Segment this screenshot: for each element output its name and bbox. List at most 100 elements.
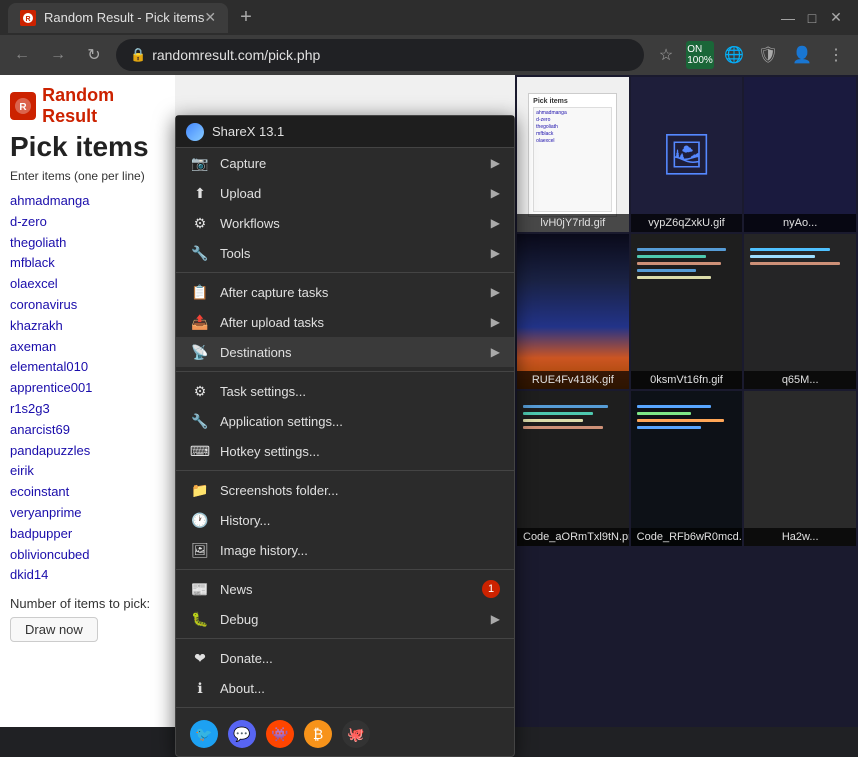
new-tab-button[interactable]: + [232,6,260,29]
profile-icon[interactable]: 👤 [788,41,816,69]
list-item[interactable]: apprentice001 [10,378,165,399]
maximize-button[interactable]: □ [806,12,818,24]
item-link[interactable]: d-zero [10,214,47,229]
list-item[interactable]: veryanprime [10,503,165,524]
menu-item-image-history[interactable]: 🖼 Image history... [176,535,514,565]
gallery-item-2[interactable]: 🖼 vypZ6qZxkU.gif [631,77,743,232]
item-link[interactable]: thegoliath [10,235,66,250]
menu-item-news[interactable]: 📰 News 1 [176,574,514,604]
list-item[interactable]: ecoinstant [10,482,165,503]
menu-item-upload[interactable]: ⬆ Upload ▶ [176,178,514,208]
menu-item-capture[interactable]: 📷 Capture ▶ [176,148,514,178]
item-link[interactable]: khazrakh [10,318,63,333]
menu-icon[interactable]: ⋮ [822,41,850,69]
gallery-item-8[interactable]: Code_RFb6wR0mcd.png [631,391,743,546]
menu-item-workflows[interactable]: ⚙ Workflows ▶ [176,208,514,238]
twitter-icon[interactable]: 🐦 [190,720,218,748]
menu-item-tools[interactable]: 🔧 Tools ▶ [176,238,514,268]
github-icon[interactable]: 🐙 [342,720,370,748]
menu-item-task-settings[interactable]: ⚙ Task settings... [176,376,514,406]
item-link[interactable]: eirik [10,463,34,478]
item-link[interactable]: veryanprime [10,505,82,520]
bitcoin-icon[interactable]: ₿ [304,720,332,748]
list-item[interactable]: d-zero [10,212,165,233]
list-item[interactable]: dkid14 [10,565,165,586]
list-item[interactable]: coronavirus [10,295,165,316]
ext-icon3[interactable]: 🛡 [754,41,782,69]
ext-icon1[interactable]: ON 100% [686,41,714,69]
menu-item-donate[interactable]: ❤ Donate... [176,643,514,673]
item-link[interactable]: olaexcel [10,276,58,291]
code-line [750,262,840,265]
list-item[interactable]: khazrakh [10,316,165,337]
toolbar-icons: ☆ ON 100% 🌐 🛡 👤 ⋮ [652,41,850,69]
close-button[interactable]: ✕ [830,12,842,24]
menu-item-after-capture[interactable]: 📋 After capture tasks ▶ [176,277,514,307]
gallery-item-7[interactable]: Code_aORmTxl9tN.png [517,391,629,546]
item-link[interactable]: ecoinstant [10,484,69,499]
item-link[interactable]: axeman [10,339,56,354]
capture-arrow-icon: ▶ [491,156,500,170]
list-item[interactable]: pandapuzzles [10,441,165,462]
task-settings-label: Task settings... [220,384,306,399]
list-item[interactable]: anarcist69 [10,420,165,441]
item-link[interactable]: oblivioncubed [10,547,90,562]
item-link[interactable]: r1s2g3 [10,401,50,416]
code-line [637,255,707,258]
gallery-item-4[interactable]: RUE4Fv418K.gif [517,234,629,389]
menu-item-screenshots-folder[interactable]: 📁 Screenshots folder... [176,475,514,505]
browser-tab[interactable]: R Random Result - Pick items ✕ [8,3,228,33]
hotkey-settings-label: Hotkey settings... [220,444,320,459]
gallery-item-5[interactable]: 0ksmVt16fn.gif [631,234,743,389]
address-bar[interactable]: 🔒 randomresult.com/pick.php [116,39,644,71]
list-item[interactable]: olaexcel [10,274,165,295]
gallery-item-6[interactable]: q65M... [744,234,856,389]
discord-icon[interactable]: 💬 [228,720,256,748]
item-link[interactable]: dkid14 [10,567,48,582]
list-item[interactable]: r1s2g3 [10,399,165,420]
item-link[interactable]: anarcist69 [10,422,70,437]
code-line [637,419,725,422]
item-link[interactable]: coronavirus [10,297,77,312]
gallery-item-1[interactable]: Pick items ahmadmanga d-zero thegoliath … [517,77,629,232]
list-item[interactable]: thegoliath [10,233,165,254]
list-item[interactable]: ahmadmanga [10,191,165,212]
list-item[interactable]: eirik [10,461,165,482]
list-item[interactable]: mfblack [10,253,165,274]
reddit-icon[interactable]: 👾 [266,720,294,748]
donate-label: Donate... [220,651,273,666]
menu-item-after-upload[interactable]: 📤 After upload tasks ▶ [176,307,514,337]
minimize-button[interactable]: — [782,12,794,24]
list-item[interactable]: badpupper [10,524,165,545]
news-badge: 1 [482,580,500,598]
gallery-item-9[interactable]: Ha2w... [744,391,856,546]
menu-item-history[interactable]: 🕐 History... [176,505,514,535]
list-item[interactable]: oblivioncubed [10,545,165,566]
list-item[interactable]: axeman [10,337,165,358]
item-link[interactable]: mfblack [10,255,55,270]
address-bar-row: ← → ↻ 🔒 randomresult.com/pick.php ☆ ON 1… [0,35,858,75]
list-item[interactable]: elemental010 [10,357,165,378]
thumb-preview-inner: Pick items ahmadmanga d-zero thegoliath … [528,93,617,217]
menu-item-destinations[interactable]: 📡 Destinations ▶ [176,337,514,367]
destinations-label: Destinations [220,345,292,360]
item-link[interactable]: apprentice001 [10,380,92,395]
item-link[interactable]: badpupper [10,526,72,541]
menu-item-hotkey-settings[interactable]: ⌨ Hotkey settings... [176,436,514,466]
item-link[interactable]: ahmadmanga [10,193,90,208]
item-link[interactable]: pandapuzzles [10,443,90,458]
tab-close-button[interactable]: ✕ [204,9,216,26]
refresh-button[interactable]: ↻ [80,41,108,69]
back-button[interactable]: ← [8,41,36,69]
gallery-item-3[interactable]: nyAo... [744,77,856,232]
menu-separator-5 [176,638,514,639]
ext-icon2[interactable]: 🌐 [720,41,748,69]
forward-button[interactable]: → [44,41,72,69]
item-link[interactable]: elemental010 [10,359,88,374]
title-bar-left: R Random Result - Pick items ✕ + [8,3,782,33]
menu-item-app-settings[interactable]: 🔧 Application settings... [176,406,514,436]
star-icon[interactable]: ☆ [652,41,680,69]
menu-item-debug[interactable]: 🐛 Debug ▶ [176,604,514,634]
draw-now-button[interactable]: Draw now [10,617,98,642]
menu-item-about[interactable]: ℹ About... [176,673,514,703]
